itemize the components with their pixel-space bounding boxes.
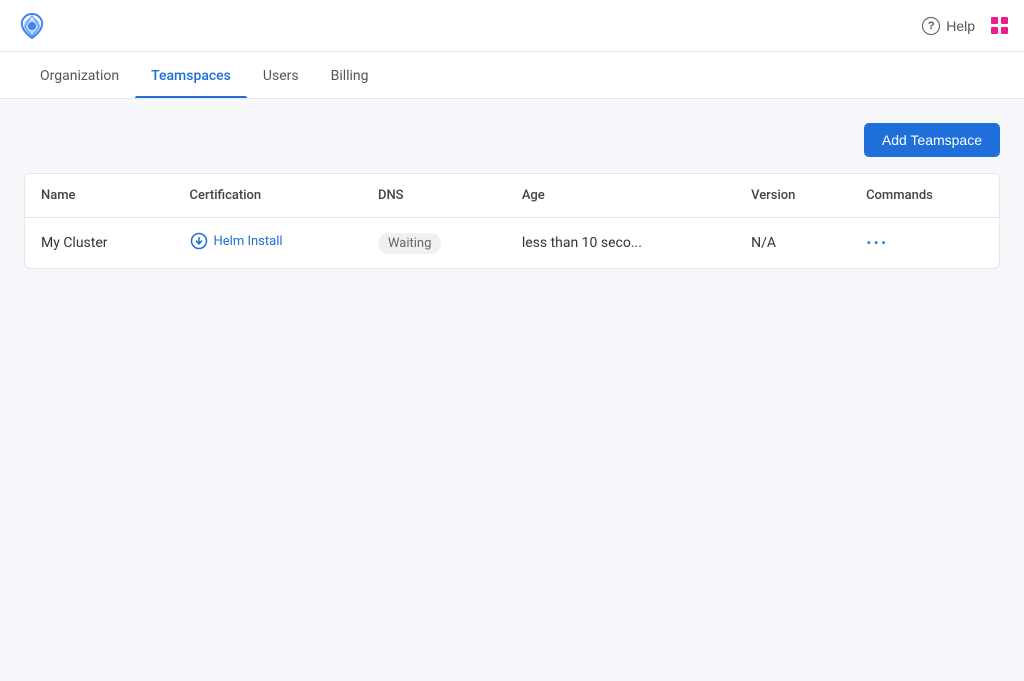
helm-install-link[interactable]: Helm Install (190, 232, 283, 250)
cell-version: N/A (735, 218, 850, 269)
tab-teamspaces[interactable]: Teamspaces (135, 52, 247, 98)
cell-commands: ··· (850, 218, 999, 269)
col-header-version: Version (735, 174, 850, 218)
grid-dot-1 (991, 17, 998, 24)
commands-more-button[interactable]: ··· (866, 233, 888, 254)
tab-organization[interactable]: Organization (24, 52, 135, 98)
add-teamspace-button[interactable]: Add Teamspace (864, 123, 1000, 157)
col-header-certification: Certification (174, 174, 362, 218)
toolbar: Add Teamspace (24, 123, 1000, 157)
tab-users[interactable]: Users (247, 52, 315, 98)
topbar: ? Help (0, 0, 1024, 52)
helm-install-label: Helm Install (214, 234, 283, 249)
main-content: Add Teamspace Name Certification DNS Age… (0, 99, 1024, 293)
col-header-age: Age (506, 174, 735, 218)
grid-dot-2 (1001, 17, 1008, 24)
help-button[interactable]: ? Help (922, 17, 975, 35)
help-circle-icon: ? (922, 17, 940, 35)
cell-age: less than 10 seco... (506, 218, 735, 269)
table-row: My Cluster Helm Install (25, 218, 999, 269)
tabs-nav: Organization Teamspaces Users Billing (0, 52, 1024, 99)
tab-billing[interactable]: Billing (315, 52, 385, 98)
grid-dot-4 (1001, 27, 1008, 34)
cell-name: My Cluster (25, 218, 174, 269)
cluster-name-text: My Cluster (41, 235, 108, 251)
app-logo[interactable] (16, 10, 48, 42)
dns-status-badge: Waiting (378, 233, 441, 254)
cell-dns: Waiting (362, 218, 506, 269)
version-text: N/A (751, 235, 776, 251)
topbar-left (16, 10, 48, 42)
cell-certification: Helm Install (174, 218, 362, 269)
help-label: Help (946, 18, 975, 34)
col-header-commands: Commands (850, 174, 999, 218)
menu-grid-icon[interactable] (991, 17, 1008, 34)
col-header-dns: DNS (362, 174, 506, 218)
col-header-name: Name (25, 174, 174, 218)
teamspaces-table-container: Name Certification DNS Age Version Comma… (24, 173, 1000, 269)
grid-dot-3 (991, 27, 998, 34)
helm-install-icon (190, 232, 208, 250)
teamspaces-table: Name Certification DNS Age Version Comma… (25, 174, 999, 268)
table-header-row: Name Certification DNS Age Version Comma… (25, 174, 999, 218)
topbar-right: ? Help (922, 17, 1008, 35)
age-text: less than 10 seco... (522, 235, 642, 251)
